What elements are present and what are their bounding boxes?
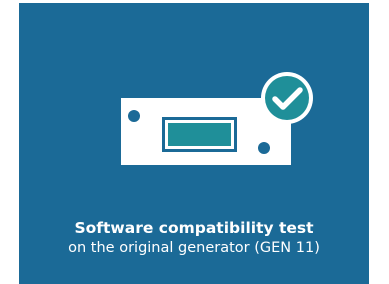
card-subtitle: on the original generator (GEN 11) (68, 240, 320, 256)
generator-illustration (121, 72, 313, 165)
test-card[interactable]: Software compatibility test on the origi… (19, 3, 369, 284)
card-title: Software compatibility test (74, 219, 314, 237)
checkmark-badge-icon (261, 72, 313, 124)
